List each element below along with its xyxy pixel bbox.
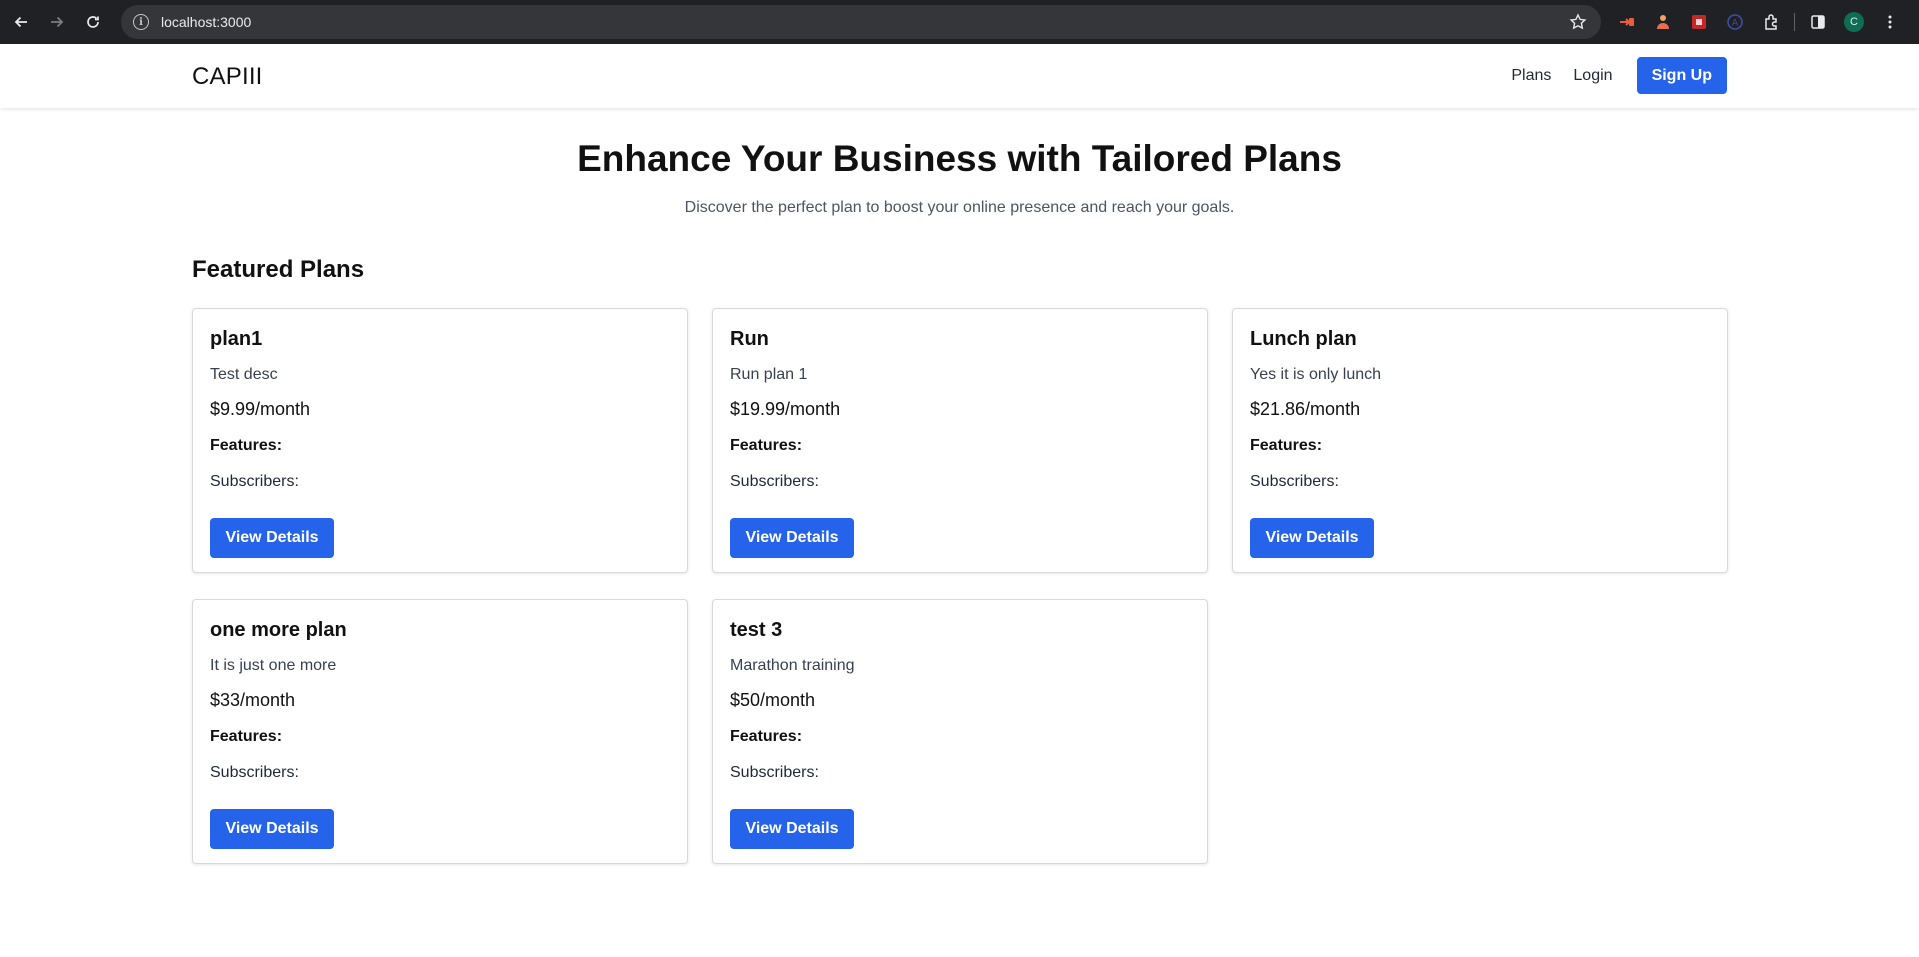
nav-login-link[interactable]: Login [1573,67,1612,85]
side-panel-icon[interactable] [1805,9,1831,35]
extension-icon-3[interactable] [1686,9,1712,35]
plan-card: Run Run plan 1 $19.99/month Features: Su… [712,308,1208,573]
plan-name: plan1 [210,328,263,350]
plan-price: $21.86/month [1250,399,1361,419]
plan-price: $50/month [730,690,816,710]
view-details-button[interactable]: View Details [730,518,854,558]
plan-description: Marathon training [730,657,855,674]
plan-features-label: Features: [210,437,283,454]
plan-description: Test desc [210,366,278,383]
extensions-icon[interactable] [1758,9,1784,35]
plan-name: Run [730,328,769,350]
plan-features-label: Features: [730,437,803,454]
brand-logo[interactable]: CAPIII [192,63,263,91]
plan-card: one more plan It is just one more $33/mo… [192,599,688,864]
plans-grid: plan1 Test desc $9.99/month Features: Su… [192,308,1728,864]
reload-icon[interactable] [79,8,107,36]
svg-text:A: A [1732,19,1739,29]
address-bar[interactable]: i localhost:3000 [121,5,1601,39]
view-details-button[interactable]: View Details [1250,518,1374,558]
signup-button[interactable]: Sign Up [1636,57,1727,94]
profile-avatar[interactable]: C [1841,9,1867,35]
plan-subscribers-label: Subscribers: [210,473,299,490]
main-nav: Plans Login Sign Up [1511,57,1727,94]
plan-name: test 3 [730,619,783,641]
extension-icon-4[interactable]: A [1722,9,1748,35]
plan-card: test 3 Marathon training $50/month Featu… [712,599,1208,864]
view-details-button[interactable]: View Details [210,518,334,558]
avatar[interactable]: C [1844,12,1864,32]
plan-description: Run plan 1 [730,366,808,383]
plan-subscribers-label: Subscribers: [1250,473,1339,490]
plan-subscribers-label: Subscribers: [730,764,819,781]
plan-subscribers-label: Subscribers: [730,473,819,490]
extension-icon-1[interactable] [1614,9,1640,35]
back-icon[interactable] [7,8,35,36]
plan-features-label: Features: [210,728,283,745]
plan-name: Lunch plan [1250,328,1357,350]
plan-card: Lunch plan Yes it is only lunch $21.86/m… [1232,308,1728,573]
plan-price: $19.99/month [730,399,841,419]
plan-subscribers-label: Subscribers: [210,764,299,781]
page-title: Enhance Your Business with Tailored Plan… [577,138,1342,179]
plan-price: $9.99/month [210,399,311,419]
plan-description: It is just one more [210,657,337,674]
toolbar-divider [1794,13,1795,31]
forward-icon[interactable] [43,8,71,36]
plan-description: Yes it is only lunch [1250,366,1382,383]
more-icon[interactable] [1877,9,1903,35]
view-details-button[interactable]: View Details [730,809,854,849]
browser-toolbar: i localhost:3000 A C [0,0,1919,44]
site-info-icon[interactable]: i [133,14,149,30]
url-text[interactable]: localhost:3000 [161,14,251,30]
bookmark-star-icon[interactable] [1569,13,1587,31]
plan-features-label: Features: [1250,437,1323,454]
nav-plans-link[interactable]: Plans [1511,67,1551,85]
plan-features-label: Features: [730,728,803,745]
site-header: CAPIII Plans Login Sign Up [0,44,1919,108]
plan-name: one more plan [210,619,347,641]
page-subtitle: Discover the perfect plan to boost your … [684,199,1235,216]
plan-price: $33/month [210,690,296,710]
view-details-button[interactable]: View Details [210,809,334,849]
plan-card: plan1 Test desc $9.99/month Features: Su… [192,308,688,573]
featured-plans-heading: Featured Plans [192,256,365,283]
extension-icon-2[interactable] [1650,9,1676,35]
